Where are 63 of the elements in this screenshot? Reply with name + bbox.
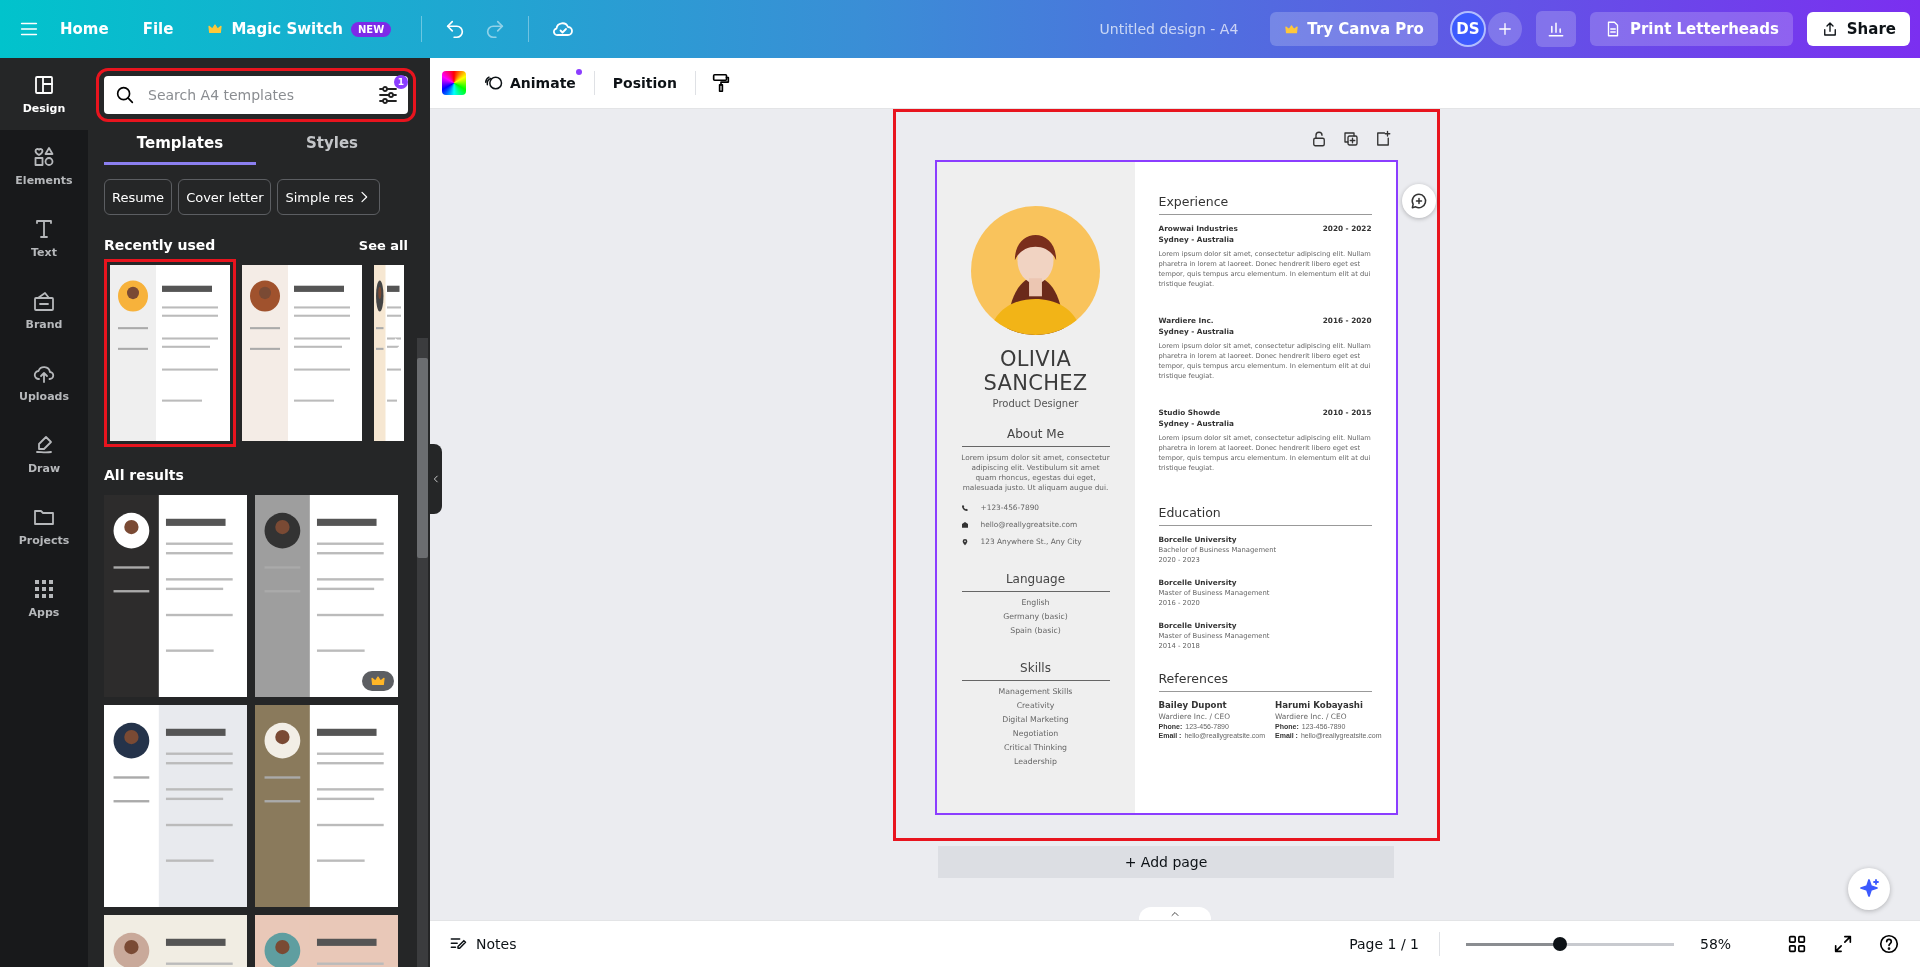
slider-handle[interactable]: [1552, 937, 1567, 951]
scrollbar[interactable]: [417, 338, 428, 967]
magic-switch-button[interactable]: Magic Switch NEW: [193, 12, 406, 46]
sidebar-tab[interactable]: Design: [0, 58, 88, 130]
search-icon: [114, 84, 136, 106]
panel-tab[interactable]: Templates: [104, 128, 256, 165]
section-heading: All results: [104, 467, 184, 483]
panel-tab[interactable]: Styles: [256, 128, 408, 165]
count-badge: 1: [394, 75, 408, 89]
resume-heading: Education: [1158, 505, 1372, 526]
phone-icon: [960, 503, 969, 512]
filter-icon[interactable]: [376, 83, 400, 107]
collapse-handle[interactable]: [430, 444, 442, 514]
chevron-left-icon: [431, 474, 441, 484]
position-button[interactable]: Position: [608, 69, 681, 97]
filter-chip[interactable]: Simple res: [277, 179, 380, 215]
resume-heading: References: [1158, 671, 1372, 692]
resume-heading: Experience: [1158, 194, 1372, 215]
sidebar-tab[interactable]: Brand: [0, 274, 88, 346]
resume-name: OLIVIA SANCHEZ: [982, 347, 1089, 395]
user-avatar[interactable]: DS: [1449, 11, 1486, 47]
sidebar-tab[interactable]: Text: [0, 202, 88, 274]
page-indicator[interactable]: Page 1 / 1: [1345, 932, 1423, 956]
resume-job-title: Product Designer: [992, 398, 1079, 409]
fullscreen-icon[interactable]: [1832, 933, 1854, 955]
insights-button[interactable]: [1535, 11, 1576, 47]
color-swatch[interactable]: [442, 71, 466, 95]
sidebar-tab[interactable]: Draw: [0, 418, 88, 490]
briefcase-icon: [32, 289, 56, 313]
filter-chip[interactable]: Resume: [104, 179, 173, 215]
pages-toggle[interactable]: [1139, 907, 1211, 920]
resume-heading: Language: [961, 572, 1110, 592]
share-button[interactable]: Share: [1806, 12, 1910, 46]
filter-chip[interactable]: Cover letter: [178, 179, 272, 215]
circles-icon: [484, 73, 504, 93]
sidebar-tab[interactable]: Projects: [0, 490, 88, 562]
notes-button[interactable]: Notes: [444, 930, 521, 958]
envelope-icon: [960, 520, 969, 529]
shapes-icon: [32, 145, 56, 169]
add-page-button[interactable]: + Add page: [938, 846, 1394, 878]
print-button[interactable]: Print Letterheads: [1589, 12, 1793, 46]
pin-icon: [960, 537, 969, 546]
comment-icon: [1409, 191, 1429, 211]
add-comment-button[interactable]: [1402, 184, 1436, 218]
sidebar-tab[interactable]: Uploads: [0, 346, 88, 418]
resume-heading: Skills: [961, 661, 1110, 681]
reference-name: Bailey Dupont: [1158, 700, 1228, 710]
zoom-percent[interactable]: 58%: [1696, 932, 1768, 956]
duplicate-icon[interactable]: [1341, 130, 1360, 148]
layout-icon: [32, 73, 56, 97]
see-all-link[interactable]: See all: [358, 237, 408, 253]
section-heading: Recently used: [104, 237, 216, 253]
reference-name: Harumi Kobayashi: [1275, 700, 1364, 710]
help-icon[interactable]: [1878, 933, 1900, 955]
assistant-button[interactable]: [1848, 868, 1890, 910]
add-user-button[interactable]: [1487, 12, 1522, 46]
resume-heading: About Me: [961, 427, 1110, 447]
grid-icon: [32, 577, 56, 601]
grid-view-icon[interactable]: [1786, 933, 1808, 955]
sidebar-tab[interactable]: Elements: [0, 130, 88, 202]
animate-button[interactable]: Animate: [480, 67, 580, 99]
new-badge: NEW: [350, 21, 392, 37]
sidebar-tab[interactable]: Apps: [0, 562, 88, 634]
